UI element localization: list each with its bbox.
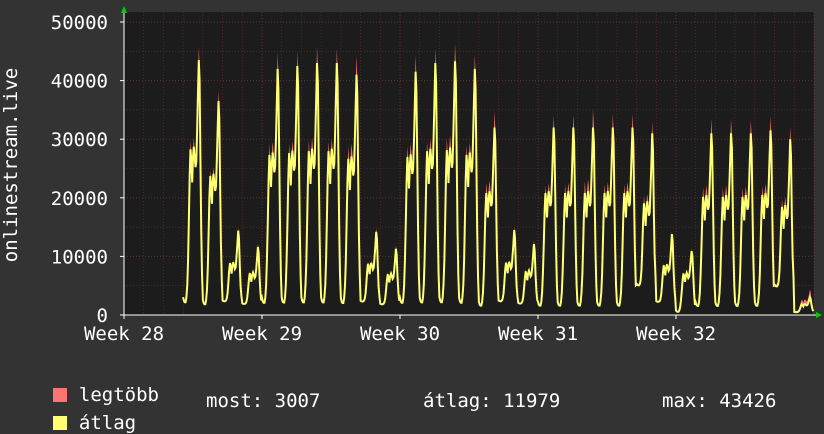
average-value: átlag: 11979: [423, 390, 561, 412]
avg-series-label: átlag: [78, 412, 137, 434]
y-tick-label: 20000: [51, 188, 108, 210]
x-axis-arrow: [816, 312, 822, 318]
y-tick-label: 10000: [51, 246, 108, 268]
y-tick-label: 50000: [51, 12, 108, 34]
x-tick-label: Week 31: [498, 323, 578, 345]
y-axis-arrow: [121, 6, 127, 13]
y-tick-label: 40000: [51, 71, 108, 93]
x-tick-label: Week 30: [360, 323, 440, 345]
x-tick-label: Week 29: [222, 323, 302, 345]
y-tick-label: 30000: [51, 129, 108, 151]
current-value: most: 3007: [206, 390, 321, 412]
y-axis-title: onlinestream.live: [0, 68, 22, 262]
avg-series-swatch: [52, 416, 67, 430]
legend-item-avg: átlag: [30, 390, 136, 434]
max-value: max: 43426: [662, 390, 777, 412]
x-tick-label: Week 28: [84, 323, 164, 345]
x-tick-label: Week 32: [636, 323, 716, 345]
